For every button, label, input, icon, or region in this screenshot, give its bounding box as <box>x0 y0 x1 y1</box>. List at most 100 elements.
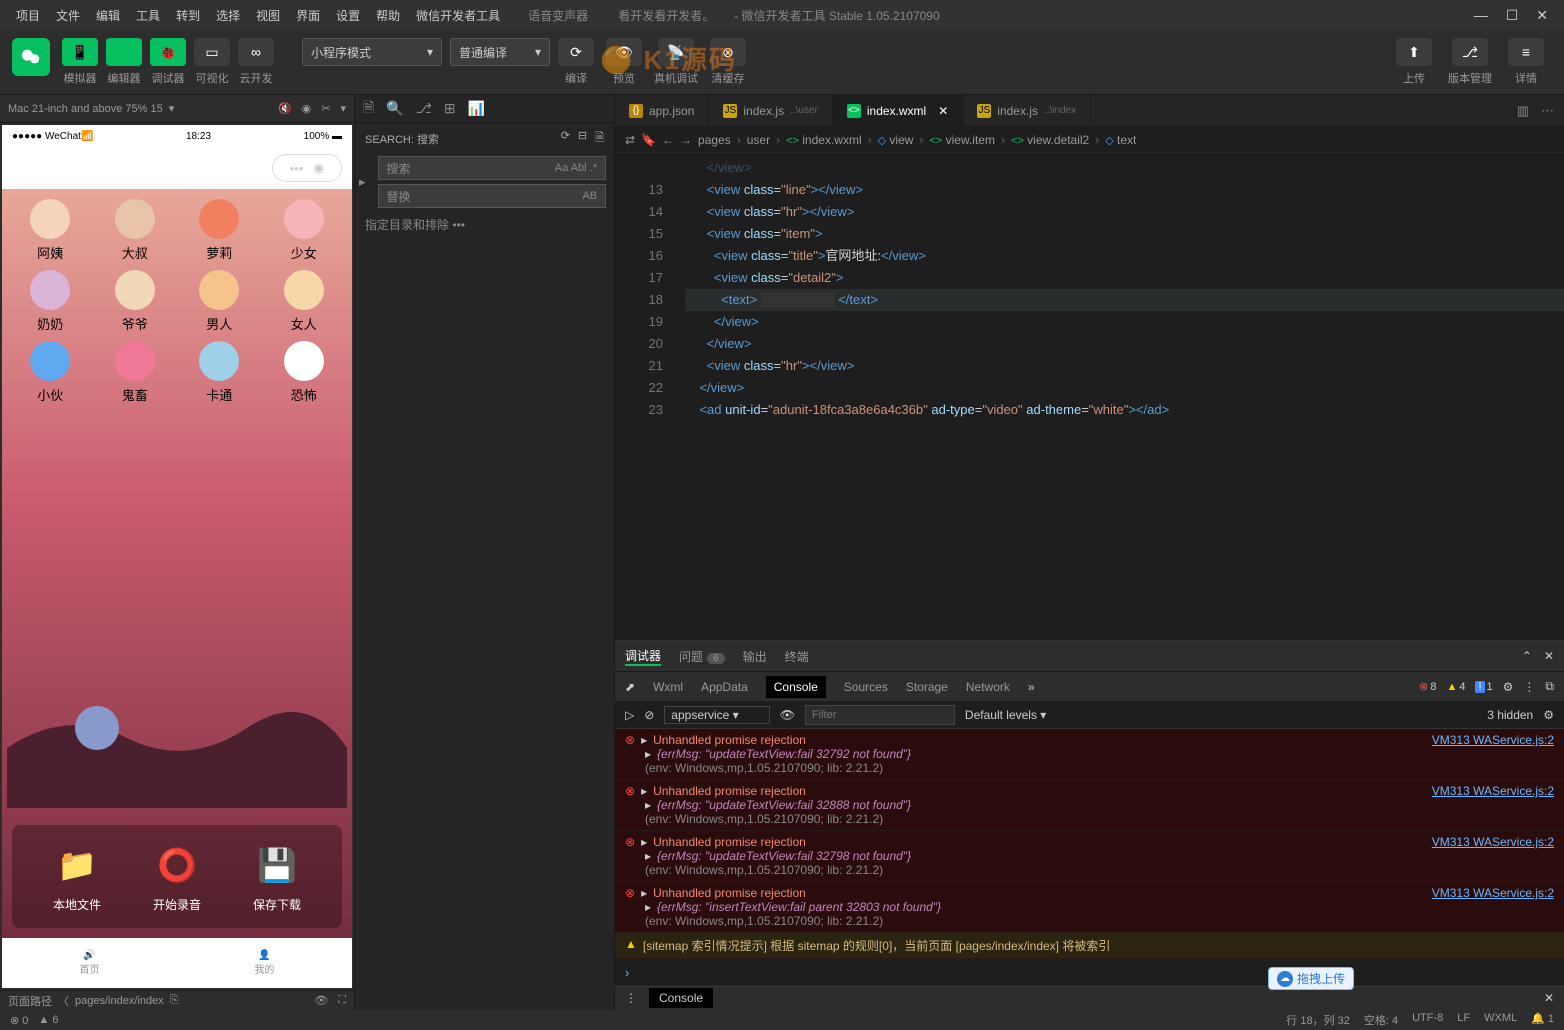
back-icon[interactable]: ← <box>662 133 674 147</box>
tool-调试器[interactable]: 🐞 <box>150 38 186 66</box>
more-tabs-icon[interactable]: ⋯ <box>1541 103 1554 119</box>
tool-版本管理[interactable]: ⎇ <box>1452 38 1488 66</box>
devtab-storage[interactable]: Storage <box>906 680 948 694</box>
compile-combo[interactable]: 普通编译▾ <box>450 38 550 66</box>
warn-count[interactable]: ▲4 <box>1446 681 1465 693</box>
copy-icon[interactable]: ⎘ <box>170 994 179 1007</box>
action-本地文件[interactable]: 📁本地文件 <box>52 840 102 913</box>
tab-index.js[interactable]: JSindex.js..\user <box>709 95 832 127</box>
console-label[interactable]: Console <box>649 988 713 1008</box>
capsule-button[interactable]: •••◉ <box>272 154 342 182</box>
action-保存下载[interactable]: 💾保存下载 <box>252 840 302 913</box>
code-editor[interactable]: 1314151617181920212223 </view> <view cla… <box>615 153 1564 640</box>
refresh-icon[interactable]: ⟳ <box>561 129 570 148</box>
tab-debugger[interactable]: 调试器 <box>625 647 661 666</box>
device-label[interactable]: Mac 21-inch and above 75% 15 <box>8 103 163 115</box>
cursor-pos[interactable]: 行 18，列 32 <box>1286 1012 1350 1028</box>
voice-卡通[interactable]: 卡通 <box>181 341 258 404</box>
tool-云开发[interactable]: ∞ <box>238 38 274 66</box>
eol[interactable]: LF <box>1457 1012 1470 1028</box>
mode-combo[interactable]: 小程序模式▾ <box>302 38 442 66</box>
search-icon[interactable]: 🔍 <box>386 100 403 117</box>
voice-爷爷[interactable]: 爷爷 <box>97 270 174 333</box>
files-icon[interactable]: 🗎 <box>363 97 374 121</box>
git-icon[interactable]: ⎇ <box>416 100 432 117</box>
menu-转到[interactable]: 转到 <box>168 7 208 24</box>
breadcrumb-item[interactable]: <> view.item <box>929 133 995 147</box>
menu-帮助[interactable]: 帮助 <box>368 7 408 24</box>
filter-input[interactable] <box>805 705 955 725</box>
console-gear-icon[interactable]: ⚙ <box>1543 708 1554 722</box>
log-entry[interactable]: ⊗▸Unhandled promise rejectionVM313 WASer… <box>615 831 1564 882</box>
breadcrumb-item[interactable]: <> view.detail2 <box>1011 133 1089 147</box>
tab-terminal[interactable]: 终端 <box>785 648 809 665</box>
tab-index.wxml[interactable]: <>index.wxml✕ <box>833 95 963 127</box>
log-entry[interactable]: ⊗▸Unhandled promise rejectionVM313 WASer… <box>615 882 1564 933</box>
expand-icon[interactable]: ⛶ <box>338 994 346 1007</box>
eye-icon[interactable]: 👁 <box>780 708 795 722</box>
breadcrumb-item[interactable]: ◇ text <box>1105 133 1136 147</box>
clear-icon[interactable]: ⊟ <box>578 129 587 148</box>
voice-恐怖[interactable]: 恐怖 <box>266 341 343 404</box>
error-count[interactable]: ⊗8 <box>1419 680 1436 693</box>
breadcrumb-item[interactable]: user <box>747 133 770 147</box>
cut-icon[interactable]: ✂ <box>321 102 330 115</box>
devtab-sources[interactable]: Sources <box>844 680 888 694</box>
menu-项目[interactable]: 项目 <box>8 7 48 24</box>
close-icon[interactable]: ✕ <box>1536 7 1548 24</box>
tool-详情[interactable]: ≡ <box>1508 38 1544 66</box>
tab-output[interactable]: 输出 <box>743 648 767 665</box>
log-entry[interactable]: ⊗▸Unhandled promise rejectionVM313 WASer… <box>615 780 1564 831</box>
more-devtabs-icon[interactable]: » <box>1028 680 1035 694</box>
tab-problems[interactable]: 问题6 <box>679 648 725 665</box>
devtab-network[interactable]: Network <box>966 680 1010 694</box>
compare-icon[interactable]: ⇄ <box>625 133 635 147</box>
tab-index.js[interactable]: JSindex.js..\index <box>963 95 1091 127</box>
breadcrumb-item[interactable]: ◇ view <box>878 133 914 147</box>
eye-icon[interactable]: 👁 <box>314 994 328 1007</box>
voice-萝莉[interactable]: 萝莉 <box>181 199 258 262</box>
page-path-value[interactable]: pages/index/index <box>75 995 164 1007</box>
menu-编辑[interactable]: 编辑 <box>88 7 128 24</box>
dock-icon[interactable]: ⧉ <box>1545 679 1554 694</box>
voice-女人[interactable]: 女人 <box>266 270 343 333</box>
bell-icon[interactable]: 🔔 1 <box>1531 1012 1554 1028</box>
more-icon[interactable]: ▾ <box>340 102 346 115</box>
mute-icon[interactable]: 🔇 <box>278 102 292 115</box>
voice-阿姨[interactable]: 阿姨 <box>12 199 89 262</box>
voice-小伙[interactable]: 小伙 <box>12 341 89 404</box>
include-exclude-toggle[interactable]: 指定目录和排除 ••• <box>355 210 614 239</box>
bookmark-icon[interactable]: 🔖 <box>641 133 656 147</box>
status-warns[interactable]: ▲ 6 <box>38 1014 58 1027</box>
play-icon[interactable]: ▷ <box>625 708 634 722</box>
inspect-icon[interactable]: ⬈ <box>625 680 635 694</box>
chart-icon[interactable]: 📊 <box>468 100 485 117</box>
close-drawer-icon[interactable]: ✕ <box>1544 991 1554 1005</box>
baidu-upload-badge[interactable]: ☁ 拖拽上传 <box>1268 967 1354 990</box>
menu-选择[interactable]: 选择 <box>208 7 248 24</box>
menu-文件[interactable]: 文件 <box>48 7 88 24</box>
encoding[interactable]: UTF-8 <box>1412 1012 1443 1028</box>
close-panel-icon[interactable]: ✕ <box>1544 649 1554 663</box>
log-entry-warn[interactable]: ▲[sitemap 索引情况提示] 根据 sitemap 的规则[0]，当前页面… <box>615 933 1564 959</box>
menu-工具[interactable]: 工具 <box>128 7 168 24</box>
breadcrumb-item[interactable]: pages <box>698 133 731 147</box>
split-icon[interactable]: ▥ <box>1517 103 1529 119</box>
tool-编辑器[interactable] <box>106 38 142 66</box>
expand-replace-icon[interactable]: ▸ <box>355 174 370 190</box>
replace-input[interactable]: 替换 AB <box>378 184 606 208</box>
voice-鬼畜[interactable]: 鬼畜 <box>97 341 174 404</box>
tab-app.json[interactable]: {}app.json <box>615 95 709 127</box>
context-select[interactable]: appservice ▾ <box>664 706 769 724</box>
maximize-icon[interactable]: ☐ <box>1506 7 1519 24</box>
devtab-console[interactable]: Console <box>766 676 826 698</box>
search-input[interactable]: 搜索 Aa Abl .* <box>378 156 606 180</box>
wechat-logo[interactable] <box>12 38 50 76</box>
menu-微信开发者工具[interactable]: 微信开发者工具 <box>408 7 508 24</box>
record-icon[interactable]: ◉ <box>302 102 312 115</box>
menu-视图[interactable]: 视图 <box>248 7 288 24</box>
clear-console-icon[interactable]: ⊘ <box>644 708 654 722</box>
tabbar-首页[interactable]: 🔊首页 <box>2 938 177 988</box>
lang-mode[interactable]: WXML <box>1484 1012 1517 1028</box>
chevron-up-icon[interactable]: ⌃ <box>1522 649 1532 663</box>
